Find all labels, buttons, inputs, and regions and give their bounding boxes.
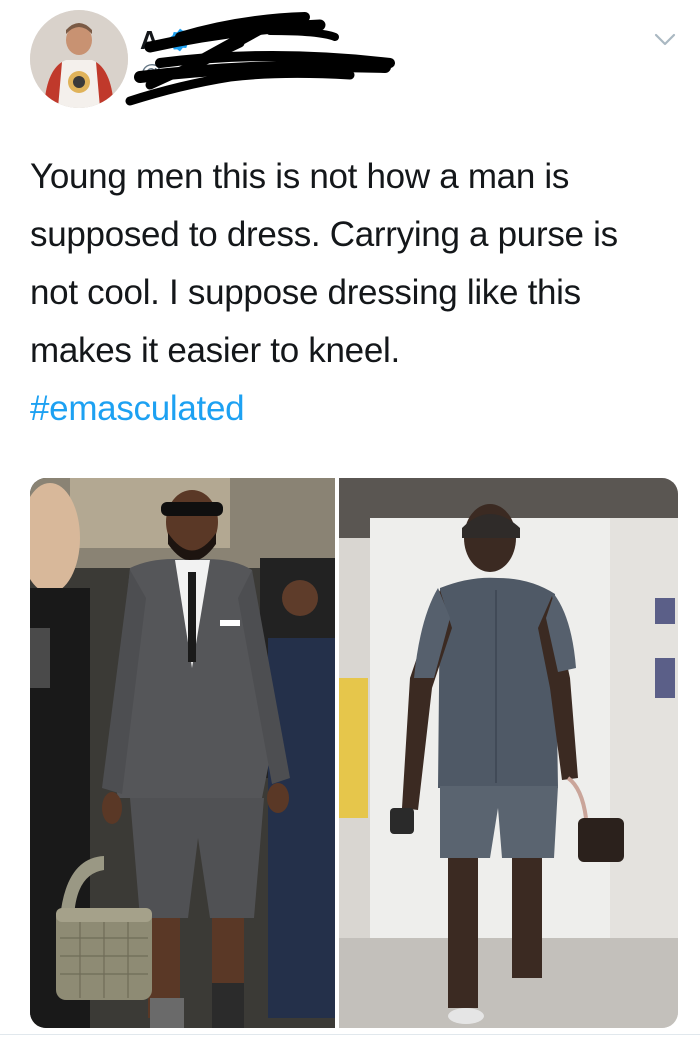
- tweet-text-line: Young men this is not how a man is: [30, 157, 570, 196]
- tweet-text-line: makes it easier to kneel.: [30, 331, 400, 370]
- bottom-divider: [0, 1034, 700, 1035]
- tweet-text: Young men this is not how a man is suppo…: [30, 148, 680, 380]
- photo-right: [338, 478, 678, 1028]
- avatar[interactable]: [30, 10, 128, 108]
- verified-badge-icon: [169, 28, 190, 52]
- hashtag-link[interactable]: #emasculated: [30, 380, 245, 438]
- tweet-text-line: not cool. I suppose dressing like this: [30, 273, 581, 312]
- author-display-name[interactable]: A: [140, 25, 159, 56]
- media-images: [30, 478, 678, 1028]
- author-name-row[interactable]: A: [140, 22, 193, 58]
- tweet-media[interactable]: [30, 478, 678, 1028]
- photo-left: [30, 478, 336, 1028]
- avatar-photo: [30, 10, 128, 108]
- tweet-card: A @ Young men this is not how a man is s…: [0, 0, 700, 1040]
- author-handle[interactable]: @: [140, 60, 162, 86]
- tweet-text-line: supposed to dress. Carrying a purse is: [30, 215, 618, 254]
- chevron-down-icon[interactable]: [652, 30, 678, 50]
